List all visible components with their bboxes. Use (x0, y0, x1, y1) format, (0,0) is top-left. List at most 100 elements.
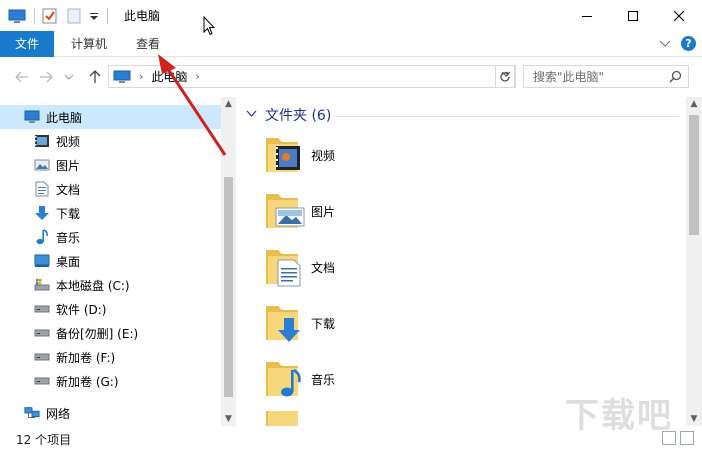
group-title: 文件夹 (6) (265, 108, 332, 124)
nav-item-music[interactable]: 音乐 (0, 225, 220, 249)
ribbon: 文件 计算机 查看 ? (0, 31, 702, 57)
refresh-icon (500, 71, 510, 81)
folder-item-video[interactable]: 视频 (264, 131, 464, 179)
documents-icon (34, 181, 50, 197)
expand-ribbon-icon[interactable] (659, 37, 671, 51)
nav-item-label: 备份[勿删] (E:) (56, 326, 139, 341)
documents-folder-icon (264, 244, 306, 290)
forward-button[interactable] (36, 67, 56, 87)
folder-label: 视频 (311, 148, 336, 163)
scrollbar-thumb[interactable] (689, 115, 699, 235)
folder-label: 音乐 (311, 372, 336, 387)
ribbon-controls: ? (659, 36, 696, 51)
scrollbar-thumb[interactable] (224, 177, 233, 397)
search-input[interactable]: 搜索"此电脑" (523, 65, 689, 88)
tab-view[interactable]: 查看 (126, 31, 170, 57)
breadcrumb-this-pc[interactable]: 此电脑 (151, 68, 187, 85)
scroll-up-icon[interactable]: ▲ (686, 97, 702, 111)
music-folder-icon (264, 356, 306, 402)
close-button[interactable] (656, 0, 702, 31)
search-icon[interactable] (669, 70, 682, 86)
drive-icon (34, 349, 50, 365)
nav-item-drive-d[interactable]: 软件 (D:) (0, 297, 220, 321)
scroll-up-icon[interactable]: ▲ (221, 97, 236, 111)
music-icon (34, 229, 50, 245)
toolbar-divider (107, 7, 108, 24)
new-folder-icon[interactable] (65, 7, 83, 25)
recent-locations-button[interactable] (62, 67, 76, 87)
nav-item-this-pc[interactable]: 此电脑 (0, 105, 221, 129)
window-controls (564, 0, 702, 31)
content-scrollbar[interactable]: ▲ ▼ (686, 97, 702, 426)
nav-item-drive-f[interactable]: 新加卷 (F:) (0, 345, 220, 369)
folder-item-documents[interactable]: 文档 (264, 243, 464, 291)
download-icon (34, 205, 50, 221)
customize-toolbar-icon[interactable] (89, 7, 99, 25)
up-arrow-icon (89, 70, 101, 83)
nav-item-label: 新加卷 (F:) (56, 350, 116, 365)
folder-item-pictures[interactable]: 图片 (264, 187, 464, 235)
nav-item-label: 视频 (56, 134, 81, 149)
folders-group-header[interactable]: 文件夹 (6) (246, 105, 331, 125)
drive-icon (34, 325, 50, 341)
scroll-down-icon[interactable]: ▼ (686, 412, 702, 426)
nav-item-label: 网络 (46, 406, 71, 421)
nav-item-label: 图片 (56, 158, 81, 173)
nav-item-label: 桌面 (56, 254, 81, 269)
breadcrumb-chevron-icon[interactable]: › (195, 70, 199, 83)
nav-item-network[interactable]: 网络 (0, 401, 220, 425)
properties-icon[interactable] (41, 7, 59, 25)
mouse-cursor-icon (203, 16, 215, 36)
nav-item-documents[interactable]: 文档 (0, 177, 220, 201)
help-button[interactable]: ? (681, 36, 696, 51)
toolbar-divider (34, 7, 35, 24)
nav-item-label: 音乐 (56, 230, 81, 245)
refresh-button[interactable] (495, 65, 515, 88)
folder-item-downloads[interactable]: 下载 (264, 299, 464, 347)
back-arrow-icon (15, 71, 28, 83)
video-icon (34, 133, 50, 149)
pc-icon (113, 70, 131, 83)
tab-computer[interactable]: 计算机 (62, 31, 116, 57)
address-bar[interactable]: › 此电脑 › (108, 65, 516, 88)
navigation-pane: 此电脑 视频 图片 文档 下载 音乐 桌面 本地磁盘 (C:) 软件 (D:) … (0, 97, 236, 426)
nav-pane-scrollbar[interactable]: ▲ ▼ (221, 97, 236, 426)
pc-icon[interactable] (8, 7, 26, 25)
nav-item-label: 文档 (56, 182, 81, 197)
up-button[interactable] (85, 67, 105, 87)
nav-item-label: 新加卷 (G:) (56, 374, 119, 389)
nav-item-video[interactable]: 视频 (0, 129, 220, 153)
folder-label: 图片 (311, 204, 336, 219)
nav-item-drive-c[interactable]: 本地磁盘 (C:) (0, 273, 220, 297)
download-folder-icon (264, 300, 306, 346)
nav-item-desktop[interactable]: 桌面 (0, 249, 220, 273)
nav-item-label: 此电脑 (46, 110, 83, 125)
quick-access-toolbar (0, 0, 114, 31)
chevron-down-icon (64, 74, 74, 80)
nav-item-pictures[interactable]: 图片 (0, 153, 220, 177)
nav-item-downloads[interactable]: 下载 (0, 201, 220, 225)
maximize-button[interactable] (610, 0, 656, 31)
video-folder-icon (264, 132, 306, 178)
minimize-button[interactable] (564, 0, 610, 31)
back-button[interactable] (12, 67, 32, 87)
chevron-down-icon[interactable] (246, 110, 257, 121)
navigation-bar: › 此电脑 › 搜索"此电脑" (0, 57, 702, 97)
folder-label: 文档 (311, 260, 336, 275)
window-title: 此电脑 (124, 9, 161, 23)
nav-item-label: 本地磁盘 (C:) (56, 278, 130, 293)
nav-item-drive-e[interactable]: 备份[勿删] (E:) (0, 321, 220, 345)
folder-item-partial[interactable] (264, 411, 464, 426)
pictures-folder-icon (264, 188, 306, 234)
tab-file[interactable]: 文件 (0, 31, 54, 57)
scroll-down-icon[interactable]: ▼ (221, 412, 236, 426)
large-icons-view-icon[interactable] (680, 431, 694, 445)
search-placeholder: 搜索"此电脑" (533, 70, 605, 84)
folder-item-music[interactable]: 音乐 (264, 355, 464, 403)
watermark-logo: 下载吧 (565, 396, 673, 436)
pc-icon (24, 109, 40, 125)
nav-item-drive-g[interactable]: 新加卷 (G:) (0, 369, 220, 393)
desktop-icon (34, 253, 50, 269)
breadcrumb-chevron-icon[interactable]: › (139, 70, 143, 83)
folder-icon (264, 411, 306, 426)
